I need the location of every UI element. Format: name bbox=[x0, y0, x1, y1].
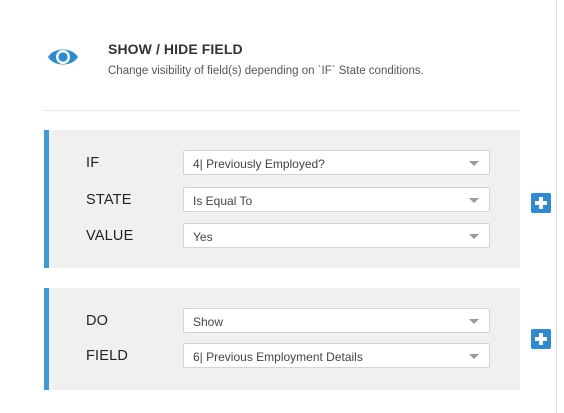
state-value: Is Equal To bbox=[193, 194, 253, 208]
if-field-select[interactable]: 4| Previously Employed? bbox=[183, 150, 490, 175]
do-label: DO bbox=[86, 313, 109, 329]
value-label: VALUE bbox=[86, 228, 134, 244]
state-select[interactable]: Is Equal To bbox=[183, 187, 490, 212]
panel-subtitle: Change visibility of field(s) depending … bbox=[108, 65, 424, 77]
chevron-down-icon bbox=[469, 161, 479, 166]
value-select[interactable]: Yes bbox=[183, 223, 490, 248]
field-row: FIELD 6| Previous Employment Details bbox=[49, 343, 520, 369]
if-field-value: 4| Previously Employed? bbox=[193, 157, 325, 171]
condition-section: IF 4| Previously Employed? STATE Is Equa… bbox=[44, 130, 520, 268]
if-row: IF 4| Previously Employed? bbox=[49, 150, 520, 176]
do-value: Show bbox=[193, 315, 224, 329]
do-select[interactable]: Show bbox=[183, 308, 490, 333]
value-value: Yes bbox=[193, 230, 213, 244]
do-row: DO Show bbox=[49, 308, 520, 334]
chevron-down-icon bbox=[469, 319, 479, 324]
panel-title: SHOW / HIDE FIELD bbox=[108, 41, 243, 57]
divider bbox=[44, 110, 520, 111]
chevron-down-icon bbox=[469, 354, 479, 359]
if-label: IF bbox=[86, 155, 100, 171]
chevron-down-icon bbox=[469, 234, 479, 239]
target-field-value: 6| Previous Employment Details bbox=[193, 350, 363, 364]
value-row: VALUE Yes bbox=[49, 223, 520, 249]
action-section: DO Show FIELD 6| Previous Employment Det… bbox=[44, 288, 520, 390]
target-field-select[interactable]: 6| Previous Employment Details bbox=[183, 343, 490, 368]
eye-icon bbox=[48, 49, 78, 65]
field-label: FIELD bbox=[86, 348, 129, 364]
add-action-button[interactable] bbox=[531, 329, 551, 349]
panel-header: SHOW / HIDE FIELD Change visibility of f… bbox=[46, 38, 506, 88]
add-condition-button[interactable] bbox=[531, 193, 551, 213]
state-row: STATE Is Equal To bbox=[49, 187, 520, 213]
state-label: STATE bbox=[86, 192, 132, 208]
condition-panel: SHOW / HIDE FIELD Change visibility of f… bbox=[0, 0, 557, 413]
chevron-down-icon bbox=[469, 198, 479, 203]
